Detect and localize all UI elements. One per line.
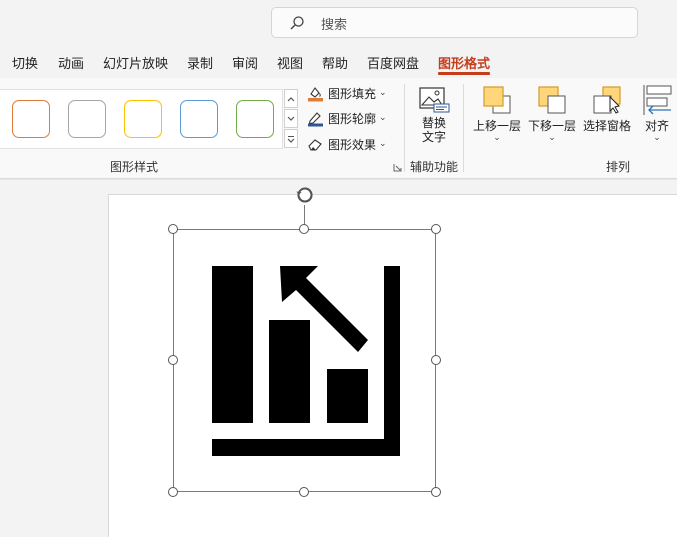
shape-style-swatch[interactable] [124,100,162,138]
shape-style-swatch[interactable] [180,100,218,138]
bring-forward-label: 上移一层 [472,119,521,133]
chevron-down-icon: ⌄ [379,88,387,98]
gallery-expand-icon [287,135,295,143]
title-bar: 搜索 [0,0,677,46]
chevron-down-icon: ⌄ [493,133,501,143]
arrange-group-label: 排列 [606,160,631,174]
eraser-effects-icon [308,138,322,151]
tab-baidu-netdisk[interactable]: 百度网盘 [367,53,419,72]
shape-style-swatch[interactable] [68,100,106,138]
accessibility-group-label: 辅助功能 [410,160,459,174]
shape-fill-button[interactable]: 图形填充 ⌄ [307,83,387,103]
resize-handle-bottom[interactable] [299,487,309,497]
group-separator [463,84,464,172]
gallery-more-button[interactable] [284,129,298,148]
resize-handle-right[interactable] [431,355,441,365]
image-alt-text-icon [419,87,450,113]
shape-outline-label: 图形轮廓 [328,111,377,126]
shape-style-swatch[interactable] [236,100,274,138]
send-backward-label: 下移一层 [527,119,576,133]
resize-handle-top[interactable] [299,224,309,234]
send-backward-icon [538,86,566,114]
gallery-scroll-up-button[interactable] [284,89,298,108]
align-icon [643,85,672,115]
alt-text-label-line2: 文字 [421,130,446,144]
shape-fill-label: 图形填充 [328,86,377,101]
ribbon-tabs: 切换 动画 幻灯片放映 录制 审阅 视图 帮助 百度网盘 图形格式 [0,50,677,76]
chevron-down-icon: ⌄ [653,133,661,143]
resize-handle-bottom-right[interactable] [431,487,441,497]
tab-view[interactable]: 视图 [277,53,303,72]
shape-style-swatch[interactable] [12,100,50,138]
resize-handle-bottom-left[interactable] [168,487,178,497]
ribbon: 图形填充 ⌄ 图形轮廓 ⌄ 图形效果 ⌄ 图形样式 替换 文字 辅助功能 上移一… [0,78,677,179]
group-separator [404,84,405,172]
selection-pane-icon [593,86,621,114]
dialog-launcher-icon[interactable] [393,163,402,172]
search-box[interactable]: 搜索 [271,7,638,38]
resize-handle-left[interactable] [168,355,178,365]
active-tab-indicator [438,72,490,75]
align-button[interactable]: 对齐 ⌄ [639,84,675,143]
chevron-down-icon: ⌄ [548,133,556,143]
chevron-down-icon [287,116,295,121]
alt-text-button[interactable]: 替换 文字 [416,86,452,144]
resize-handle-top-left[interactable] [168,224,178,234]
tab-record[interactable]: 录制 [187,53,213,72]
search-icon [290,16,304,30]
selection-pane-label: 选择窗格 [582,119,631,133]
bring-forward-button[interactable]: 上移一层 ⌄ [471,84,523,143]
chevron-down-icon: ⌄ [379,139,387,149]
pen-outline-icon [308,111,323,126]
align-label: 对齐 [644,119,669,133]
tab-slideshow[interactable]: 幻灯片放映 [103,53,168,72]
shape-outline-button[interactable]: 图形轮廓 ⌄ [307,108,387,128]
tab-help[interactable]: 帮助 [322,53,348,72]
bring-forward-icon [483,86,511,114]
chevron-up-icon [287,96,295,101]
gallery-scroll-down-button[interactable] [284,109,298,128]
resize-handle-top-right[interactable] [431,224,441,234]
bar-chart-decrease-icon[interactable] [210,264,402,458]
tab-animations[interactable]: 动画 [58,53,84,72]
shape-effects-label: 图形效果 [328,137,377,152]
chevron-down-icon: ⌄ [379,113,387,123]
rotate-handle-icon[interactable] [295,185,315,205]
alt-text-label-line1: 替换 [421,116,446,130]
send-backward-button[interactable]: 下移一层 ⌄ [526,84,578,143]
tab-review[interactable]: 审阅 [232,53,258,72]
search-placeholder: 搜索 [321,18,348,33]
tab-transitions[interactable]: 切换 [12,53,38,72]
paint-bucket-icon [308,86,323,101]
shape-effects-button[interactable]: 图形效果 ⌄ [307,134,387,154]
selection-pane-button[interactable]: 选择窗格 [581,84,633,133]
shape-styles-group-label: 图形样式 [110,160,159,174]
tab-shape-format[interactable]: 图形格式 [438,53,490,72]
shape-styles-gallery [0,89,283,149]
